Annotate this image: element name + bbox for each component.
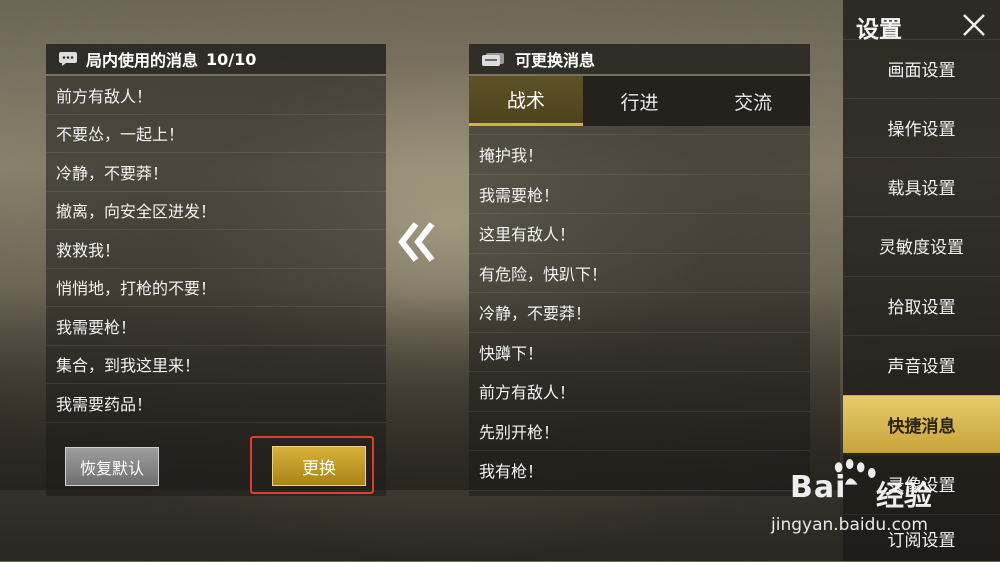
sidebar-item-quick-messages[interactable]: 快捷消息 bbox=[843, 395, 1000, 453]
message-item[interactable]: 悄悄地，打枪的不要！ bbox=[46, 269, 386, 307]
sidebar-item-pickup[interactable]: 拾取设置 bbox=[843, 276, 1000, 334]
message-item[interactable]: 我需要药品！ bbox=[46, 384, 386, 423]
watermark-url: jingyan.baidu.com bbox=[771, 515, 928, 535]
scrolled-message-item bbox=[469, 126, 810, 135]
tab-movement[interactable]: 行进 bbox=[583, 76, 697, 126]
sidebar-item-graphics[interactable]: 画面设置 bbox=[843, 39, 1000, 97]
sidebar-item-controls[interactable]: 操作设置 bbox=[843, 98, 1000, 156]
double-chevron-left-icon[interactable] bbox=[398, 220, 438, 264]
message-item[interactable]: 撤离，向安全区进发！ bbox=[46, 192, 386, 230]
message-item[interactable]: 救救我！ bbox=[46, 230, 386, 269]
close-icon[interactable] bbox=[961, 12, 987, 38]
message-item[interactable]: 集合，到我这里来！ bbox=[46, 346, 386, 384]
message-item[interactable]: 前方有敌人！ bbox=[469, 372, 810, 412]
sidebar-item-sensitivity[interactable]: 灵敏度设置 bbox=[843, 216, 1000, 274]
message-item[interactable]: 我需要枪！ bbox=[469, 175, 810, 214]
in-game-messages-title: 局内使用的消息 bbox=[86, 51, 199, 70]
swappable-message-list: 战术 行进 交流 掩护我！ 我需要枪！ 这里有敌人！ 有危险，快趴下！ 冷静，不… bbox=[469, 76, 810, 496]
message-item[interactable]: 有危险，快趴下！ bbox=[469, 254, 810, 293]
message-item[interactable]: 不要怂，一起上！ bbox=[46, 115, 386, 153]
message-swap-icon bbox=[481, 51, 507, 67]
watermark-brand: Bai bbox=[790, 470, 847, 505]
message-item[interactable]: 冷静，不要莽！ bbox=[469, 293, 810, 333]
message-item[interactable]: 我需要枪！ bbox=[46, 307, 386, 346]
message-item[interactable]: 先别开枪！ bbox=[469, 412, 810, 451]
message-count: 10/10 bbox=[206, 49, 257, 69]
watermark-brand-cn: 经验 bbox=[876, 479, 933, 512]
sidebar-item-audio[interactable]: 声音设置 bbox=[843, 335, 1000, 393]
in-game-message-list: 前方有敌人！ 不要怂，一起上！ 冷静，不要莽！ 撤离，向安全区进发！ 救救我！ … bbox=[46, 76, 386, 496]
message-item[interactable]: 快蹲下！ bbox=[469, 333, 810, 372]
tab-tactics[interactable]: 战术 bbox=[469, 76, 583, 126]
message-item[interactable]: 冷静，不要莽！ bbox=[46, 153, 386, 192]
in-game-messages-header: 局内使用的消息 10/10 bbox=[46, 44, 386, 74]
message-item[interactable]: 前方有敌人！ bbox=[46, 76, 386, 115]
message-item[interactable]: 掩护我！ bbox=[469, 135, 810, 175]
swappable-messages-header: 可更换消息 bbox=[469, 44, 810, 74]
chat-bubble-icon bbox=[58, 51, 78, 67]
message-item[interactable]: 我有枪！ bbox=[469, 451, 810, 491]
restore-default-button[interactable]: 恢复默认 bbox=[65, 447, 159, 486]
category-tabs: 战术 行进 交流 bbox=[469, 76, 810, 126]
change-button[interactable]: 更换 bbox=[272, 446, 366, 486]
tab-communication[interactable]: 交流 bbox=[696, 76, 810, 126]
sidebar-item-vehicle[interactable]: 载具设置 bbox=[843, 157, 1000, 215]
message-item[interactable]: 这里有敌人！ bbox=[469, 214, 810, 254]
swappable-messages-title: 可更换消息 bbox=[515, 51, 596, 70]
